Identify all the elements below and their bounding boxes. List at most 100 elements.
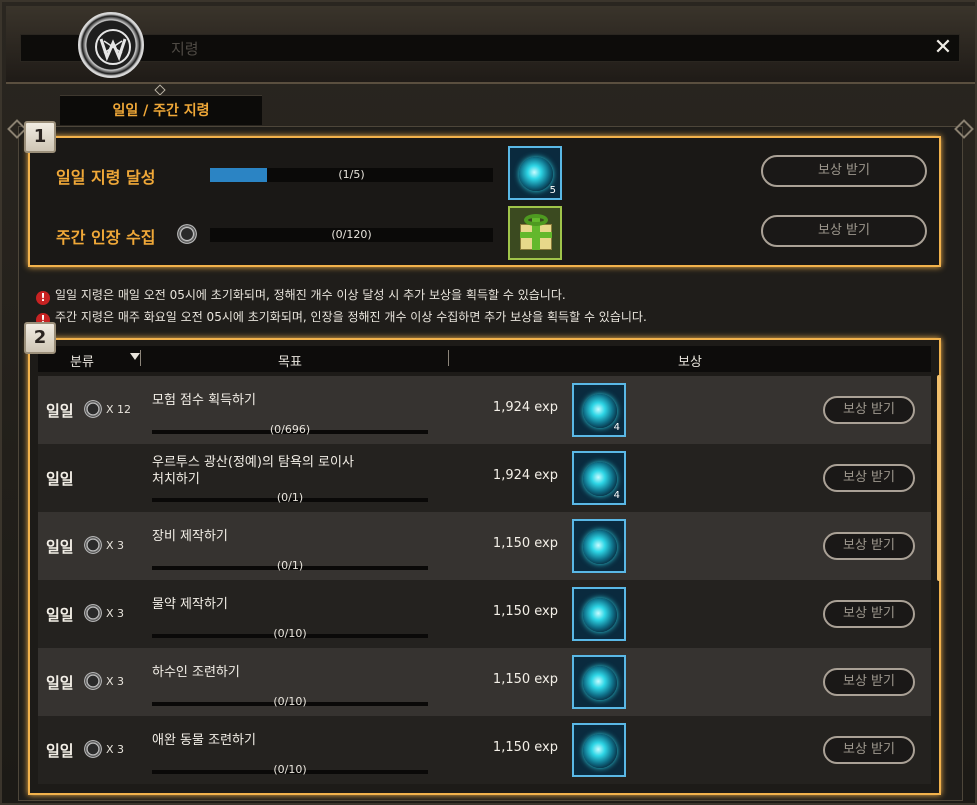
seal-icon — [177, 224, 197, 244]
task-list-section: 분류 목표 보상 일일 X 12 모험 점수 획득하기 (0/696) 1,92… — [28, 338, 941, 795]
weekly-seal-label: 주간 인장 수집 — [56, 228, 156, 247]
exp-orb-icon[interactable]: 4 — [572, 451, 626, 505]
row-progress-text: (0/1) — [276, 559, 304, 572]
seal-icon — [84, 740, 102, 758]
orb-graphic — [583, 530, 617, 564]
seal-icon — [84, 536, 102, 554]
header-category[interactable]: 분류 — [70, 351, 94, 370]
gift-bow — [524, 214, 548, 226]
reward-count: 4 — [613, 422, 620, 433]
summary-section: 일일 지령 달성 (1/5) 5 보상 받기 주간 인장 수집 (0/120) … — [28, 136, 941, 267]
tab-daily-weekly[interactable]: 일일 / 주간 지령 — [60, 95, 262, 125]
row-goal: 장비 제작하기 — [152, 529, 228, 544]
row-category: 일일 — [46, 538, 74, 556]
gift-box-icon[interactable] — [508, 206, 562, 260]
exp-orb-icon[interactable]: 5 — [508, 146, 562, 200]
notice-weekly-text: 주간 지령은 매주 화요일 오전 05시에 초기화되며, 인장을 정해진 개수 … — [55, 310, 647, 324]
orb-graphic — [583, 462, 617, 496]
daily-achievement-label: 일일 지령 달성 — [56, 168, 156, 187]
notice-weekly: ! 주간 지령은 매주 화요일 오전 05시에 초기화되며, 인장을 정해진 개수… — [36, 308, 647, 327]
header-reward: 보상 — [678, 355, 702, 370]
exp-orb-icon[interactable] — [572, 723, 626, 777]
orb-graphic — [583, 394, 617, 428]
reward-count: 4 — [613, 490, 620, 501]
row-multiplier: X 3 — [106, 607, 125, 620]
row-progress-text: (0/10) — [273, 763, 307, 776]
table-row[interactable]: 일일 X 12 모험 점수 획득하기 (0/696) 1,924 exp 4 보… — [38, 376, 931, 444]
section-badge-1: 1 — [24, 121, 56, 153]
weekly-seal-progress: (0/120) — [210, 228, 493, 242]
exp-orb-icon[interactable] — [572, 587, 626, 641]
warning-icon: ! — [36, 291, 50, 305]
row-category: 일일 — [46, 402, 74, 420]
row-multiplier: X 12 — [106, 403, 132, 416]
daily-reward-button[interactable]: 보상 받기 — [761, 155, 927, 187]
scrollbar[interactable] — [937, 375, 941, 581]
row-progress-text: (0/696) — [269, 423, 311, 436]
row-category: 일일 — [46, 606, 74, 624]
row-exp: 1,924 exp — [492, 468, 558, 483]
table-header: 분류 목표 보상 — [38, 346, 931, 372]
title-bar[interactable]: 지령 ✕ — [6, 6, 975, 84]
row-exp: 1,150 exp — [492, 740, 558, 755]
table-row[interactable]: 일일 X 3 애완 동물 조련하기 (0/10) 1,150 exp 보상 받기 — [38, 716, 931, 784]
exp-orb-icon[interactable] — [572, 655, 626, 709]
orb-graphic — [519, 157, 553, 191]
table-row[interactable]: 일일 X 3 하수인 조련하기 (0/10) 1,150 exp 보상 받기 — [38, 648, 931, 716]
row-exp: 1,150 exp — [492, 536, 558, 551]
row-multiplier: X 3 — [106, 743, 125, 756]
row-reward-button[interactable]: 보상 받기 — [823, 464, 915, 492]
seal-icon — [84, 604, 102, 622]
row-goal: 물약 제작하기 — [152, 597, 228, 612]
row-category: 일일 — [46, 470, 74, 488]
row-category: 일일 — [46, 742, 74, 760]
header-divider — [140, 350, 141, 366]
sort-dropdown-icon[interactable] — [130, 353, 140, 360]
table-row[interactable]: 일일 X 3 장비 제작하기 (0/1) 1,150 exp 보상 받기 — [38, 512, 931, 580]
daily-achievement-progress-text: (1/5) — [338, 168, 365, 181]
row-exp: 1,150 exp — [492, 672, 558, 687]
reward-count: 5 — [549, 185, 556, 196]
daily-achievement-progress: (1/5) — [210, 168, 493, 182]
weekly-reward-button[interactable]: 보상 받기 — [761, 215, 927, 247]
notice-daily: ! 일일 지령은 매일 오전 05시에 초기화되며, 정해진 개수 이상 달성 시… — [36, 286, 566, 305]
row-multiplier: X 3 — [106, 539, 125, 552]
table-row[interactable]: 일일 X 3 물약 제작하기 (0/10) 1,150 exp 보상 받기 — [38, 580, 931, 648]
row-goal: 우르투스 광산(정예)의 탐욕의 로이사 처치하기 — [152, 455, 354, 487]
row-goal: 애완 동물 조련하기 — [152, 733, 256, 748]
exp-orb-icon[interactable] — [572, 519, 626, 573]
orb-graphic — [583, 666, 617, 700]
orb-graphic — [583, 598, 617, 632]
row-reward-button[interactable]: 보상 받기 — [823, 600, 915, 628]
row-goal: 하수인 조련하기 — [152, 665, 240, 680]
row-exp: 1,924 exp — [492, 400, 558, 415]
notice-daily-text: 일일 지령은 매일 오전 05시에 초기화되며, 정해진 개수 이상 달성 시 … — [55, 288, 566, 302]
exp-orb-icon[interactable]: 4 — [572, 383, 626, 437]
seal-icon — [84, 400, 102, 418]
row-progress-text: (0/10) — [273, 627, 307, 640]
close-button[interactable]: ✕ — [931, 36, 955, 60]
weekly-seal-progress-text: (0/120) — [331, 228, 372, 241]
header-goal: 목표 — [278, 355, 302, 370]
title-ornament — [154, 84, 166, 96]
row-reward-button[interactable]: 보상 받기 — [823, 396, 915, 424]
row-reward-button[interactable]: 보상 받기 — [823, 668, 915, 696]
orb-graphic — [583, 734, 617, 768]
row-category: 일일 — [46, 674, 74, 692]
row-exp: 1,150 exp — [492, 604, 558, 619]
section-badge-2: 2 — [24, 322, 56, 354]
guild-emblem-icon — [78, 12, 144, 78]
row-multiplier: X 3 — [106, 675, 125, 688]
row-reward-button[interactable]: 보상 받기 — [823, 736, 915, 764]
title-bar-inner — [20, 34, 960, 62]
window-title: 지령 — [171, 40, 199, 58]
seal-icon — [84, 672, 102, 690]
row-goal: 모험 점수 획득하기 — [152, 393, 256, 408]
quest-window: 지령 ✕ 일일 / 주간 지령 일일 지령 달성 (1/5) 5 보상 받기 주… — [0, 0, 977, 805]
row-progress-text: (0/1) — [276, 491, 304, 504]
row-reward-button[interactable]: 보상 받기 — [823, 532, 915, 560]
row-progress-text: (0/10) — [273, 695, 307, 708]
header-divider — [448, 350, 449, 366]
gift-ribbon-horizontal — [520, 232, 552, 238]
table-row[interactable]: 일일 우르투스 광산(정예)의 탐욕의 로이사 처치하기 (0/1) 1,924… — [38, 444, 931, 512]
